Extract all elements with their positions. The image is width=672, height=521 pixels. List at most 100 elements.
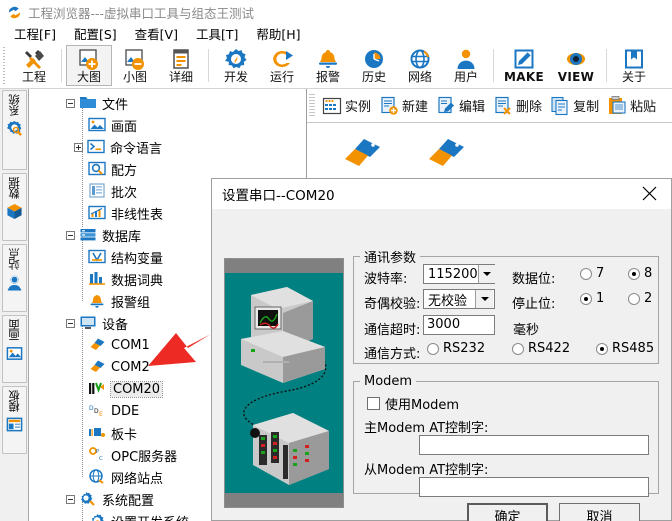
tree-node-label: 数据库 <box>102 229 142 245</box>
stop-bits-label: 停止位: <box>512 297 556 312</box>
toolbar-label: 关于 <box>621 69 646 84</box>
vtab-site[interactable]: 站点 <box>2 244 27 312</box>
slave-modem-input[interactable] <box>419 477 649 497</box>
stop-bits-radio-2[interactable]: 2 <box>628 291 652 306</box>
vtab-screen[interactable]: 画面 <box>2 315 27 383</box>
toolbar-button-project[interactable]: 工程 <box>11 45 57 86</box>
menu-view[interactable]: 查看[V] <box>127 23 188 44</box>
slave-modem-label: 从Modem AT控制字: <box>364 463 489 478</box>
menu-help[interactable]: 帮助[H] <box>248 23 310 44</box>
comm-mode-radio-rs485[interactable]: RS485 <box>596 341 654 356</box>
chevron-down-icon[interactable] <box>475 290 493 308</box>
timeout-label: 通信超时: <box>364 323 421 338</box>
subtoolbar-button-paste[interactable]: 粘贴 <box>603 93 660 119</box>
radio-label: 8 <box>644 266 653 281</box>
tree-node-files[interactable]: 文件 <box>30 92 306 114</box>
timeout-input[interactable]: 3000 <box>423 315 495 335</box>
com-port-icon <box>88 337 106 353</box>
toolbar-separator <box>208 49 209 82</box>
chevron-down-icon[interactable] <box>477 265 496 283</box>
cancel-button[interactable]: 取消 <box>559 503 640 521</box>
toolbar-button-develop[interactable]: 开发 <box>213 45 259 86</box>
vtab-template[interactable]: 模板 <box>2 386 27 454</box>
develop-gear-icon <box>223 48 249 70</box>
data-bits-radio-8[interactable]: 8 <box>628 266 652 281</box>
expander-minus-icon[interactable] <box>66 318 75 328</box>
checkbox-indicator <box>367 397 380 410</box>
wrench-icon <box>21 48 47 70</box>
subtoolbar-label: 粘贴 <box>630 100 657 115</box>
toolbar-button-large-icons[interactable]: 大图 <box>66 45 112 86</box>
instance-grid-icon <box>322 96 342 116</box>
parity-combo[interactable]: 无校验 <box>423 289 495 309</box>
tree-node-command-language[interactable]: 命令语言 <box>30 136 306 158</box>
details-list-icon <box>168 48 194 70</box>
dialog-title: 设置串口--COM20 <box>222 188 335 204</box>
project-browser-window: 工程浏览器---虚拟串口工具与组态王测试 工程[F] 配置[S] 查看[V] 工… <box>0 0 672 521</box>
toolbar-label: 用户 <box>453 69 478 84</box>
toolbar-button-network[interactable]: 网络 <box>397 45 443 86</box>
master-modem-input[interactable] <box>419 435 649 455</box>
subtoolbar-button-delete[interactable]: 删除 <box>489 93 546 119</box>
menu-config[interactable]: 配置[S] <box>66 23 127 44</box>
dialog-body: 通讯参数 波特率: 115200 数据位: 7 8 奇偶校验: 无校验 停止位: <box>212 209 671 521</box>
radio-indicator <box>628 267 640 280</box>
expander-minus-icon[interactable] <box>66 230 75 240</box>
comm-mode-radio-rs422[interactable]: RS422 <box>512 341 570 356</box>
menu-bar: 工程[F] 配置[S] 查看[V] 工具[T] 帮助[H] <box>0 24 672 43</box>
expander-minus-icon[interactable] <box>66 98 75 108</box>
use-modem-checkbox[interactable]: 使用Modem <box>367 394 459 413</box>
radio-indicator <box>596 342 608 355</box>
system-gear-icon <box>6 120 23 137</box>
toolbar-grip[interactable] <box>2 47 9 84</box>
vtab-system[interactable]: 系统 <box>2 90 27 170</box>
subtoolbar-button-new[interactable]: 新建 <box>375 93 432 119</box>
toolbar-button-history[interactable]: 历史 <box>351 45 397 86</box>
comm-mode-radio-rs232[interactable]: RS232 <box>427 341 485 356</box>
menu-tools[interactable]: 工具[T] <box>188 23 248 44</box>
radio-label: 2 <box>644 291 653 306</box>
toolbar-button-make[interactable]: MAKE <box>498 45 550 86</box>
toolbar-button-about[interactable]: 关于 <box>611 45 657 86</box>
stop-bits-radio-1[interactable]: 1 <box>580 291 604 306</box>
expander-plus-icon[interactable] <box>74 142 83 152</box>
vtab-label: 模板 <box>7 391 21 412</box>
data-bits-radio-7[interactable]: 7 <box>580 266 604 281</box>
toolbar-button-run[interactable]: 运行 <box>259 45 305 86</box>
toolbar-button-alarm[interactable]: 报警 <box>305 45 351 86</box>
site-node-icon <box>6 274 23 291</box>
subtoolbar-button-edit[interactable]: 编辑 <box>432 93 489 119</box>
tree-node-label: 板卡 <box>111 427 138 443</box>
toolbar-label: 开发 <box>223 69 248 84</box>
dde-icon: DDE <box>88 403 106 419</box>
tree-node-label: 数据词典 <box>111 273 164 289</box>
radio-indicator <box>512 342 524 355</box>
new-doc-icon <box>379 96 399 116</box>
title-bar: 工程浏览器---虚拟串口工具与组态王测试 <box>0 0 672 24</box>
vtab-label: 画面 <box>7 320 21 341</box>
baud-rate-combo[interactable]: 115200 <box>423 264 496 284</box>
vtab-data[interactable]: 数据 <box>2 173 27 241</box>
subtoolbar-grip[interactable] <box>309 93 315 118</box>
subtoolbar-button-copy[interactable]: 复制 <box>546 93 603 119</box>
screen-icon <box>88 117 106 133</box>
subtoolbar-button-instance[interactable]: 实例 <box>318 93 375 119</box>
expander-minus-icon[interactable] <box>66 494 75 504</box>
menu-project[interactable]: 工程[F] <box>6 23 66 44</box>
device-monitor-icon <box>79 315 97 331</box>
subtoolbar-label: 编辑 <box>459 100 486 115</box>
toolbar-button-small-icons[interactable]: 小图 <box>112 45 158 86</box>
toolbar-button-user[interactable]: 用户 <box>443 45 489 86</box>
close-icon[interactable] <box>627 179 671 208</box>
tree-node-label: COM20 <box>109 380 164 398</box>
ok-button[interactable]: 确定 <box>467 503 548 521</box>
svg-text:C: C <box>99 456 103 462</box>
tree-node-screen[interactable]: 画面 <box>30 114 306 136</box>
board-card-icon <box>88 425 106 441</box>
toolbar-button-view[interactable]: VIEW <box>550 45 602 86</box>
illustration-top-bar <box>225 259 343 273</box>
toolbar-button-details[interactable]: 详细 <box>158 45 204 86</box>
toolbar-label: 小图 <box>122 69 147 84</box>
tree-node-recipe[interactable]: 配方 <box>30 158 306 180</box>
kingview-logo-icon <box>7 5 22 20</box>
